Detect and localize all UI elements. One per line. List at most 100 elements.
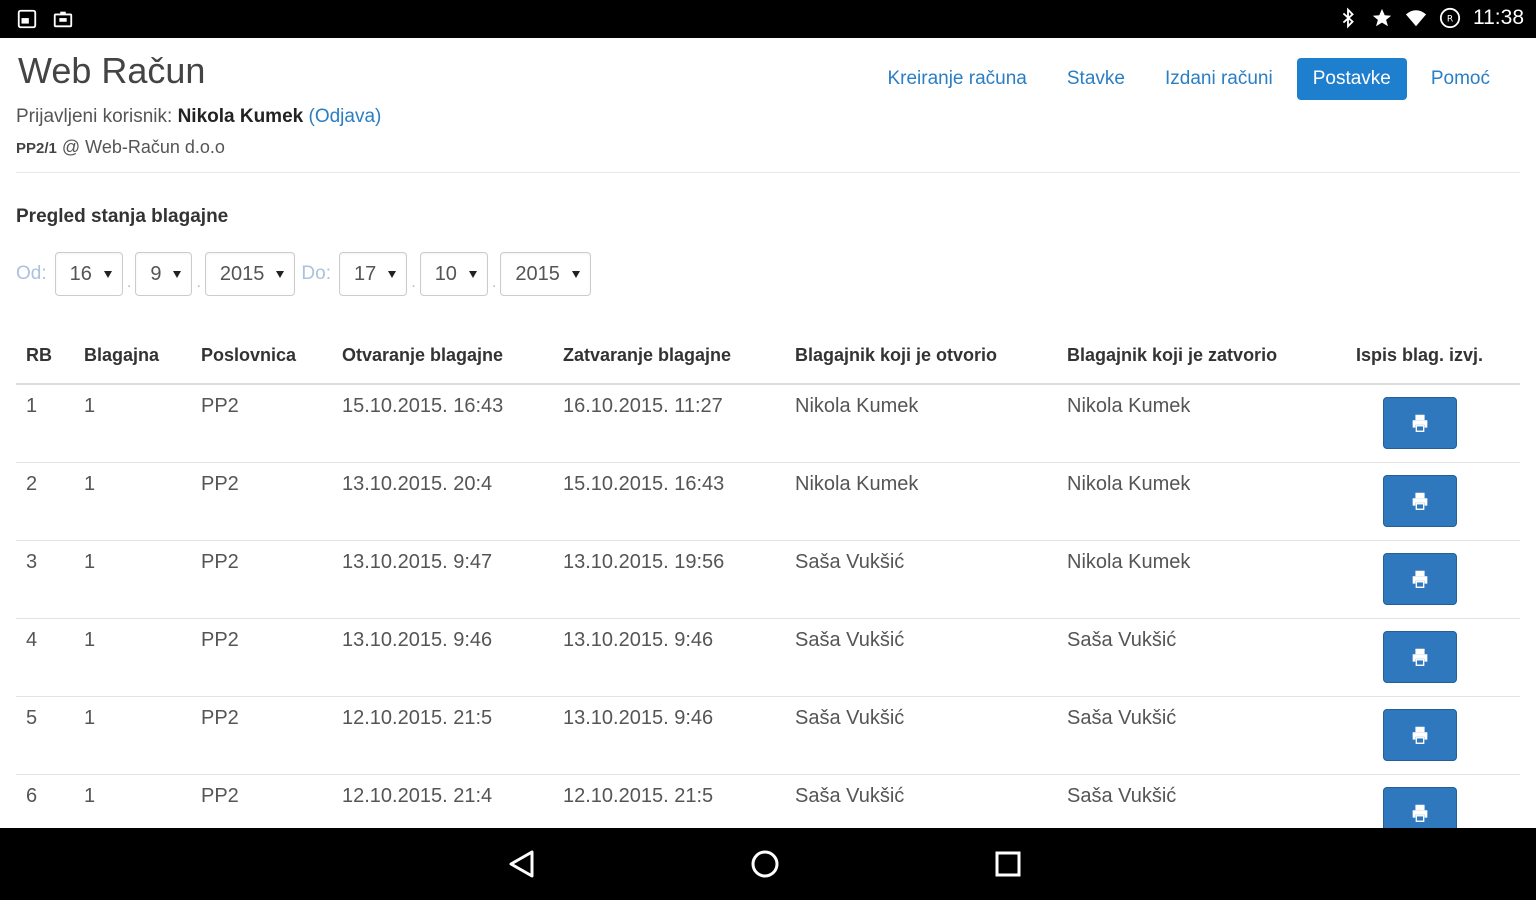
to-day-select[interactable]: 17 bbox=[338, 252, 408, 296]
cell-rb: 2 bbox=[16, 462, 74, 541]
print-report-button[interactable] bbox=[1382, 630, 1457, 683]
table-header-row: RB Blagajna Poslovnica Otvaranje blagajn… bbox=[16, 328, 1520, 385]
logged-in-user-line: Prijavljeni korisnik: Nikola Kumek (Odja… bbox=[16, 106, 381, 128]
cell-zatvaranje: 13.10.2015. 9:46 bbox=[553, 618, 785, 697]
cell-poslovnica: PP2 bbox=[191, 696, 332, 775]
cell-zatvaranje: 16.10.2015. 11:27 bbox=[553, 384, 785, 463]
cell-zatvorio: Saša Vukšić bbox=[1057, 618, 1319, 697]
to-day-value: 17 bbox=[353, 262, 377, 285]
table-row: 5 1 PP2 12.10.2015. 21:5 13.10.2015. 9:46 Saš… bbox=[16, 696, 1520, 775]
separator: . bbox=[491, 274, 497, 291]
star-icon bbox=[1372, 8, 1392, 27]
cell-ispis bbox=[1319, 618, 1520, 697]
from-day-value: 16 bbox=[69, 262, 92, 285]
logout-link[interactable]: (Odjava) bbox=[309, 106, 382, 127]
register-table: RB Blagajna Poslovnica Otvaranje blagajn… bbox=[16, 328, 1520, 828]
cell-otvaranje: 12.10.2015. 21:4 bbox=[332, 774, 553, 828]
col-rb: RB bbox=[16, 328, 74, 385]
cell-otvaranje: 15.10.2015. 16:43 bbox=[332, 384, 553, 463]
col-otvorio: Blagajnik koji je otvorio bbox=[785, 328, 1057, 385]
print-report-button[interactable] bbox=[1382, 474, 1457, 527]
from-month-select[interactable]: 9 bbox=[135, 252, 193, 296]
wifi-icon bbox=[1405, 10, 1427, 27]
separator: . bbox=[126, 274, 132, 291]
print-icon bbox=[1412, 570, 1427, 588]
cell-otvaranje: 12.10.2015. 21:5 bbox=[332, 696, 553, 775]
cell-zatvaranje: 13.10.2015. 19:56 bbox=[553, 540, 785, 619]
from-day-select[interactable]: 16 bbox=[54, 252, 123, 296]
chevron-down-icon bbox=[173, 271, 182, 278]
to-month-value: 10 bbox=[434, 262, 457, 285]
cell-otvorio: Saša Vukšić bbox=[785, 774, 1057, 828]
recents-icon[interactable] bbox=[992, 848, 1024, 880]
col-otvaranje: Otvaranje blagajne bbox=[332, 328, 553, 385]
nav-izdani-racuni[interactable]: Izdani računi bbox=[1149, 58, 1289, 100]
app-title: Web Račun bbox=[18, 50, 206, 91]
chevron-down-icon bbox=[388, 271, 397, 278]
nav-stavke[interactable]: Stavke bbox=[1051, 58, 1141, 100]
battery-icon: R bbox=[1439, 7, 1461, 29]
back-icon[interactable] bbox=[506, 848, 538, 880]
cell-otvorio: Saša Vukšić bbox=[785, 696, 1057, 775]
from-month-value: 9 bbox=[150, 262, 162, 285]
nav-pomoc[interactable]: Pomoć bbox=[1415, 58, 1506, 100]
cell-zatvorio: Nikola Kumek bbox=[1057, 540, 1319, 619]
chevron-down-icon bbox=[103, 271, 112, 278]
company-name: @ Web-Račun d.o.o bbox=[56, 137, 225, 157]
from-label: Od: bbox=[16, 263, 47, 284]
nav-postavke[interactable]: Postavke bbox=[1296, 58, 1407, 100]
to-month-select[interactable]: 10 bbox=[419, 252, 488, 296]
cell-zatvaranje: 12.10.2015. 21:5 bbox=[553, 774, 785, 828]
from-year-value: 2015 bbox=[219, 262, 265, 285]
cell-rb: 4 bbox=[16, 618, 74, 697]
cell-otvorio: Nikola Kumek bbox=[785, 462, 1057, 541]
cell-rb: 1 bbox=[16, 384, 74, 463]
table-row: 3 1 PP2 13.10.2015. 9:47 13.10.2015. 19:56 Sa… bbox=[16, 540, 1520, 619]
table-row: 2 1 PP2 13.10.2015. 20:4 15.10.2015. 16:43 Ni… bbox=[16, 462, 1520, 541]
from-year-select[interactable]: 2015 bbox=[204, 252, 296, 296]
print-report-button[interactable] bbox=[1382, 708, 1457, 761]
cell-ispis bbox=[1319, 540, 1520, 619]
print-report-button[interactable] bbox=[1382, 397, 1457, 449]
status-bar: R 11:38 bbox=[0, 0, 1536, 38]
user-name: Nikola Kumek bbox=[177, 106, 304, 127]
chevron-down-icon bbox=[468, 271, 477, 278]
screenshot-icon bbox=[17, 9, 37, 29]
cell-otvorio: Nikola Kumek bbox=[785, 384, 1057, 463]
nav-kreiranje-racuna[interactable]: Kreiranje računa bbox=[871, 58, 1042, 100]
cell-rb: 6 bbox=[16, 774, 74, 828]
cell-poslovnica: PP2 bbox=[191, 540, 332, 619]
print-report-button[interactable] bbox=[1382, 552, 1457, 605]
cell-ispis bbox=[1319, 696, 1520, 775]
home-icon[interactable] bbox=[749, 848, 781, 880]
col-blagajna: Blagajna bbox=[74, 328, 191, 385]
print-report-button[interactable] bbox=[1382, 786, 1457, 828]
to-year-select[interactable]: 2015 bbox=[500, 252, 591, 296]
cell-ispis bbox=[1319, 384, 1520, 463]
cell-blagajna: 1 bbox=[74, 540, 191, 619]
cell-blagajna: 1 bbox=[74, 384, 191, 463]
chevron-down-icon bbox=[571, 271, 580, 278]
print-icon bbox=[1412, 492, 1427, 510]
company-code: PP2/1 bbox=[16, 140, 57, 157]
col-zatvaranje: Zatvaranje blagajne bbox=[553, 328, 785, 385]
cell-otvorio: Saša Vukšić bbox=[785, 540, 1057, 619]
to-label: Do: bbox=[301, 263, 331, 284]
date-filters: Od: 16 . 9 . 2015 Do: 17 . 10 . 2015 bbox=[16, 252, 591, 296]
cell-blagajna: 1 bbox=[74, 774, 191, 828]
col-ispis: Ispis blag. izvj. bbox=[1319, 328, 1520, 385]
col-zatvorio: Blagajnik koji je zatvorio bbox=[1057, 328, 1319, 385]
cell-otvaranje: 13.10.2015. 9:46 bbox=[332, 618, 553, 697]
app-content: Web Račun Prijavljeni korisnik: Nikola K… bbox=[0, 38, 1536, 828]
cell-blagajna: 1 bbox=[74, 696, 191, 775]
cell-zatvaranje: 13.10.2015. 9:46 bbox=[553, 696, 785, 775]
cell-otvaranje: 13.10.2015. 20:4 bbox=[332, 462, 553, 541]
status-time: 11:38 bbox=[1473, 6, 1524, 29]
cell-zatvorio: Nikola Kumek bbox=[1057, 384, 1319, 463]
cell-zatvorio: Saša Vukšić bbox=[1057, 774, 1319, 828]
cell-poslovnica: PP2 bbox=[191, 618, 332, 697]
table-row: 1 1 PP2 15.10.2015. 16:43 16.10.2015. 11:27 N… bbox=[16, 384, 1520, 463]
cell-poslovnica: PP2 bbox=[191, 462, 332, 541]
cell-blagajna: 1 bbox=[74, 618, 191, 697]
cell-ispis bbox=[1319, 774, 1520, 828]
